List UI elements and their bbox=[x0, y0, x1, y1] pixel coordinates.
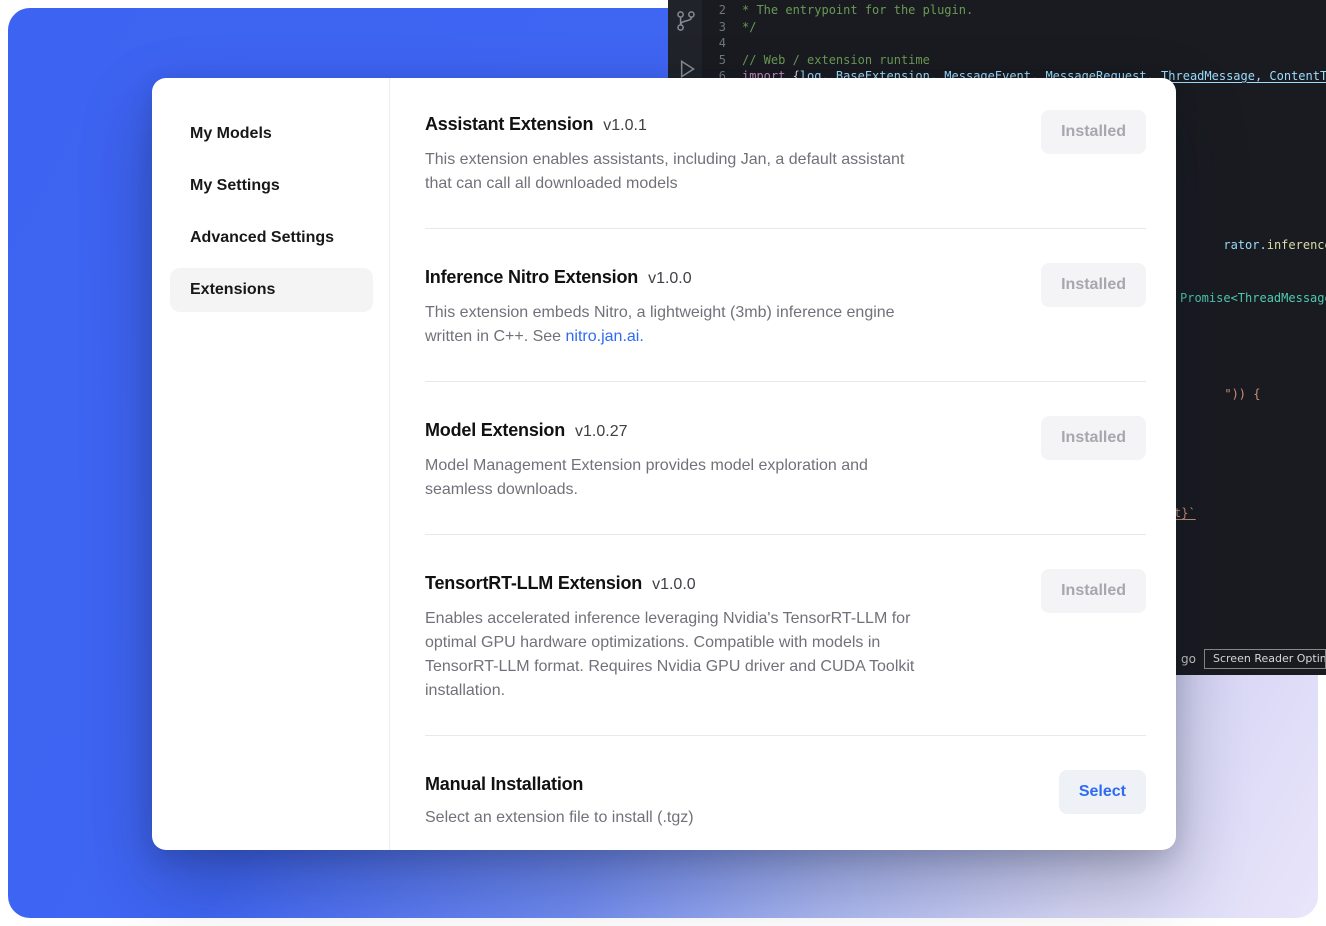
extension-title: Inference Nitro Extension bbox=[425, 263, 638, 291]
status-language-label[interactable]: go bbox=[1181, 652, 1196, 666]
extension-version: v1.0.1 bbox=[603, 112, 647, 140]
line-number: 2 bbox=[702, 2, 742, 19]
extension-title: Model Extension bbox=[425, 416, 565, 444]
settings-panel: My Models My Settings Advanced Settings … bbox=[152, 78, 1176, 850]
extension-title: Assistant Extension bbox=[425, 110, 593, 138]
editor-code-area: 2 * The entrypoint for the plugin. 3 */ … bbox=[702, 2, 1326, 85]
manual-installation-row: Manual Installation Select an extension … bbox=[425, 770, 1146, 830]
extension-version: v1.0.0 bbox=[652, 571, 696, 599]
extension-row-nitro: Inference Nitro Extension v1.0.0 This ex… bbox=[425, 263, 1146, 349]
code-line: 2 * The entrypoint for the plugin. bbox=[702, 2, 1326, 19]
extension-version: v1.0.27 bbox=[575, 418, 627, 446]
extension-version: v1.0.0 bbox=[648, 265, 692, 293]
settings-sidebar: My Models My Settings Advanced Settings … bbox=[152, 78, 390, 850]
section-divider bbox=[425, 228, 1146, 229]
extension-info: Manual Installation Select an extension … bbox=[425, 770, 694, 830]
extension-description: Model Management Extension provides mode… bbox=[425, 454, 868, 502]
sidebar-item-extensions[interactable]: Extensions bbox=[170, 268, 373, 312]
code-line: 4 bbox=[702, 35, 1326, 52]
extension-info: TensortRT-LLM Extension v1.0.0 Enables a… bbox=[425, 569, 914, 703]
section-divider bbox=[425, 381, 1146, 382]
description-text: This extension embeds Nitro, a lightweig… bbox=[425, 304, 895, 345]
code-text: */ bbox=[742, 19, 756, 36]
sidebar-item-advanced-settings[interactable]: Advanced Settings bbox=[170, 216, 373, 260]
sidebar-item-my-settings[interactable]: My Settings bbox=[170, 164, 373, 208]
nitro-jan-ai-link[interactable]: nitro.jan.ai. bbox=[566, 328, 644, 345]
select-file-button[interactable]: Select bbox=[1059, 770, 1146, 814]
extensions-list: Assistant Extension v1.0.1 This extensio… bbox=[390, 78, 1176, 850]
extension-description: This extension enables assistants, inclu… bbox=[425, 148, 904, 196]
editor-status-bar: go Screen Reader Optimized bbox=[1181, 649, 1326, 669]
line-number: 4 bbox=[702, 35, 742, 52]
installed-button[interactable]: Installed bbox=[1041, 263, 1146, 307]
code-text: inference bbox=[1267, 238, 1326, 252]
code-text: // Web / extension runtime bbox=[742, 52, 930, 69]
code-text: rator. bbox=[1223, 238, 1266, 252]
extension-row-assistant: Assistant Extension v1.0.1 This extensio… bbox=[425, 110, 1146, 196]
extension-row-model: Model Extension v1.0.27 Model Management… bbox=[425, 416, 1146, 502]
desktop-background: 2 * The entrypoint for the plugin. 3 */ … bbox=[0, 0, 1326, 926]
section-divider bbox=[425, 735, 1146, 736]
code-fragment: ")) { bbox=[1181, 373, 1260, 415]
code-fragment: Promise<ThreadMessage> bbox=[1180, 291, 1326, 305]
extension-info: Inference Nitro Extension v1.0.0 This ex… bbox=[425, 263, 895, 349]
section-divider bbox=[425, 534, 1146, 535]
code-line: 3 */ bbox=[702, 19, 1326, 36]
manual-installation-title: Manual Installation bbox=[425, 770, 583, 798]
installed-button[interactable]: Installed bbox=[1041, 110, 1146, 154]
code-text: * The entrypoint for the plugin. bbox=[742, 2, 973, 19]
extension-description: This extension embeds Nitro, a lightweig… bbox=[425, 301, 895, 349]
line-number: 3 bbox=[702, 19, 742, 36]
sidebar-item-my-models[interactable]: My Models bbox=[170, 112, 373, 156]
extension-description: Enables accelerated inference leveraging… bbox=[425, 607, 914, 703]
extension-info: Model Extension v1.0.27 Model Management… bbox=[425, 416, 868, 502]
installed-button[interactable]: Installed bbox=[1041, 569, 1146, 613]
extension-row-tensorrt: TensortRT-LLM Extension v1.0.0 Enables a… bbox=[425, 569, 1146, 703]
source-control-icon[interactable] bbox=[673, 8, 699, 34]
code-text: ")) { bbox=[1224, 387, 1260, 401]
installed-button[interactable]: Installed bbox=[1041, 416, 1146, 460]
code-line: 5 // Web / extension runtime bbox=[702, 52, 1326, 69]
extension-info: Assistant Extension v1.0.1 This extensio… bbox=[425, 110, 904, 196]
manual-installation-description: Select an extension file to install (.tg… bbox=[425, 806, 694, 830]
code-fragment: rator.inference(data)); bbox=[1180, 224, 1326, 266]
code-fragment: t}` bbox=[1174, 506, 1196, 520]
line-number: 5 bbox=[702, 52, 742, 69]
screen-reader-notice[interactable]: Screen Reader Optimized bbox=[1204, 649, 1326, 669]
extension-title: TensortRT-LLM Extension bbox=[425, 569, 642, 597]
